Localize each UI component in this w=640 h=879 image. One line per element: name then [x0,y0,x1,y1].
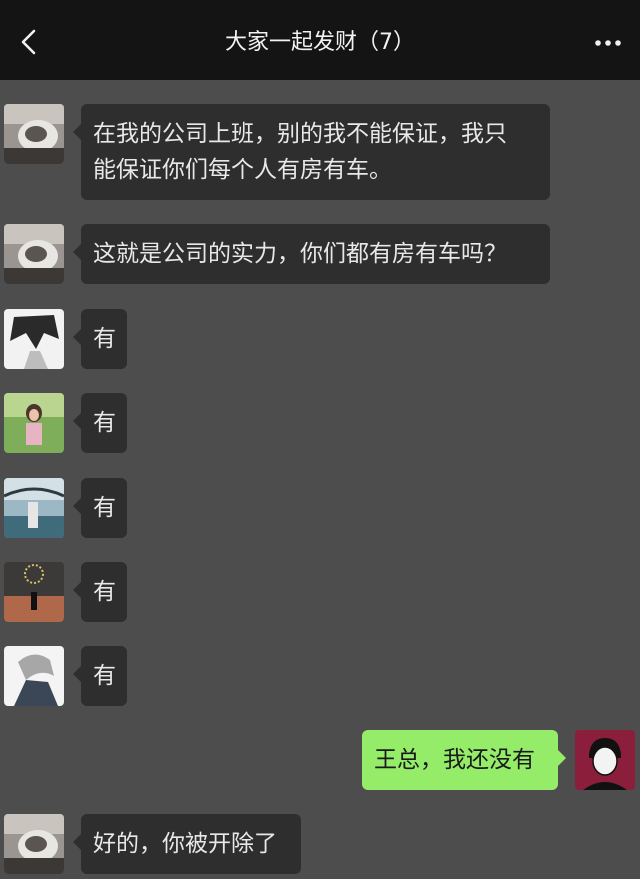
message-bubble[interactable]: 好的，你被开除了 [73,814,301,874]
message-bubble[interactable]: 有 [73,478,127,538]
chat-header: 大家一起发财（7） [0,0,640,80]
avatar-member[interactable] [4,646,64,706]
message-text-line: 能保证你们每个人有房有车。 [93,157,392,183]
message-bubble[interactable]: 有 [73,309,127,369]
my-message-bubble[interactable]: 王总，我还没有 [362,730,566,790]
message-text-line: 有 [93,326,116,352]
more-dots-icon [595,40,621,46]
message-text-line: 有 [93,410,116,436]
message-text-line: 有 [93,495,116,521]
message-text-line: 有 [93,579,116,605]
chat-title: 大家一起发财（7） [225,30,415,55]
message-list[interactable]: 在我的公司上班，别的我不能保证，我只 能保证你们每个人有房有车。 这就是公司的实… [0,80,640,879]
message-text-line: 王总，我还没有 [374,747,535,773]
avatar-member[interactable] [4,562,64,622]
message-text-line: 这就是公司的实力，你们都有房有车吗？ [93,241,507,267]
message-bubble[interactable]: 有 [73,393,127,453]
my-avatar[interactable] [575,730,635,790]
message-bubble[interactable]: 有 [73,562,127,622]
avatar-member[interactable] [4,309,64,369]
message-text-line: 好的，你被开除了 [93,831,277,857]
message-bubble[interactable]: 有 [73,646,127,706]
avatar-member[interactable] [4,478,64,538]
message-text-line: 在我的公司上班，别的我不能保证，我只 [93,121,507,147]
more-button[interactable] [590,26,626,58]
avatar-boss[interactable] [4,814,64,874]
message-text-line: 有 [93,663,116,689]
message-bubble[interactable]: 这就是公司的实力，你们都有房有车吗？ [73,224,550,284]
avatar-boss[interactable] [4,224,64,284]
avatar-member[interactable] [4,393,64,453]
message-bubble[interactable]: 在我的公司上班，别的我不能保证，我只 能保证你们每个人有房有车。 [73,104,550,200]
avatar-boss[interactable] [4,104,64,164]
